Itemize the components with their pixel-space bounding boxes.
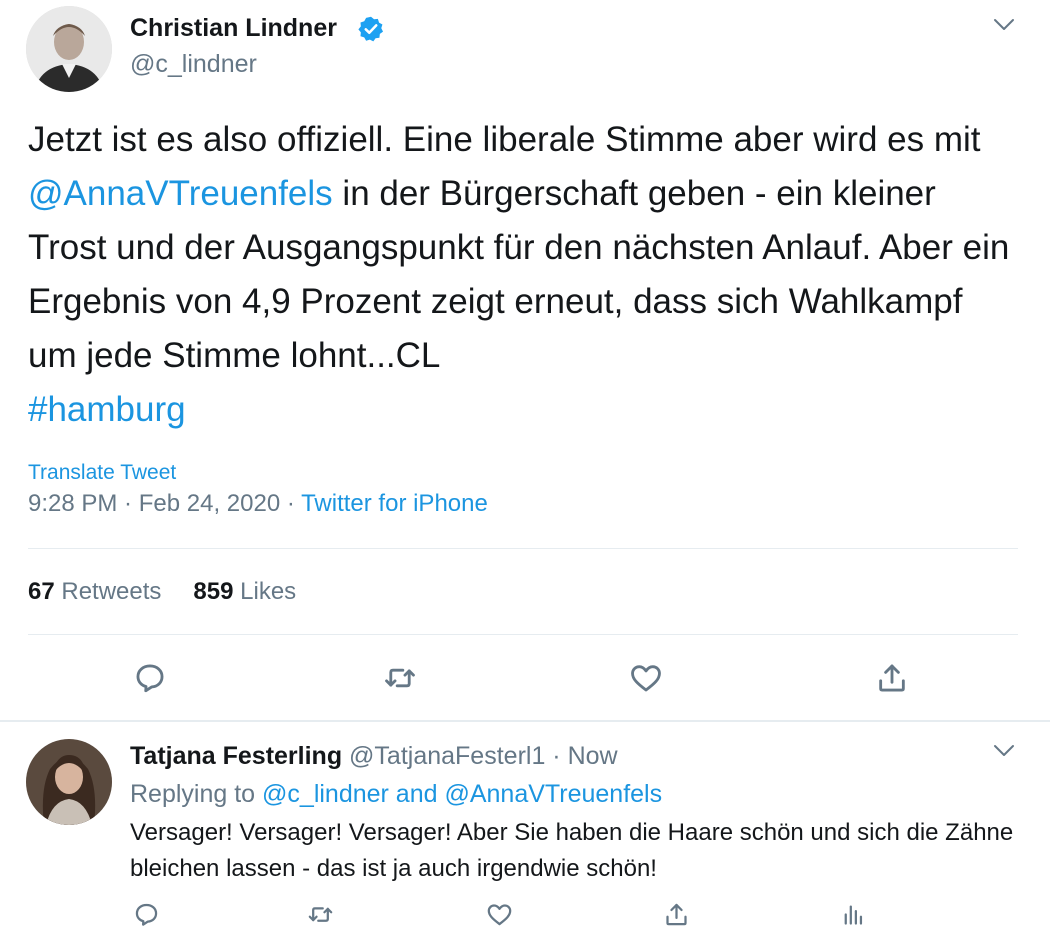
tweet-stats: 67 Retweets 859 Likes [28, 578, 296, 606]
share-icon [665, 903, 687, 925]
divider [28, 634, 1018, 635]
retweet-icon [308, 906, 332, 922]
tweet-meta: 9:28 PM · Feb 24, 2020 · Twitter for iPh… [28, 490, 488, 518]
reply-avatar[interactable] [26, 739, 112, 825]
reply-button[interactable] [128, 896, 164, 932]
hashtag-link[interactable]: #hamburg [28, 390, 186, 429]
share-button[interactable] [658, 896, 694, 932]
analytics-icon [844, 905, 862, 925]
divider [28, 548, 1018, 549]
chevron-down-icon[interactable] [993, 18, 1015, 32]
reply-icon [136, 664, 164, 693]
tweet-time[interactable]: 9:28 PM [28, 490, 117, 517]
reply-text: Versager! Versager! Versager! Aber Sie h… [130, 819, 1014, 882]
likes-stat[interactable]: 859 Likes [193, 578, 296, 605]
reply-icon [135, 903, 157, 926]
tweet-text: Jetzt ist es also offiziell. Eine libera… [28, 113, 1018, 437]
chevron-down-icon[interactable] [993, 744, 1015, 758]
like-icon [487, 903, 511, 925]
meta-separator: · [280, 490, 302, 517]
tweet-date[interactable]: Feb 24, 2020 [139, 490, 280, 517]
retweets-stat[interactable]: 67 Retweets [28, 578, 161, 605]
reply-button[interactable] [128, 656, 172, 700]
replying-to: Replying to @c_lindner and @AnnaVTreuenf… [130, 780, 662, 809]
like-button[interactable] [481, 896, 517, 932]
translate-tweet-link[interactable]: Translate Tweet [28, 461, 176, 485]
retweets-count: 67 [28, 578, 55, 605]
verified-badge-icon [358, 16, 384, 42]
reply-handle[interactable]: @TatjanaFesterl1 [349, 742, 545, 770]
replying-to-link[interactable]: @c_lindner and @AnnaVTreuenfels [262, 780, 662, 808]
like-button[interactable] [624, 656, 668, 700]
share-button[interactable] [870, 656, 914, 700]
reply-time-separator: · [545, 742, 568, 770]
likes-count: 859 [193, 578, 234, 605]
share-icon [879, 664, 905, 692]
author-name[interactable]: Christian Lindner [130, 14, 337, 43]
replying-prefix: Replying to [130, 780, 263, 808]
likes-label: Likes [240, 578, 297, 605]
main-tweet: Christian Lindner @c_lindner Jetzt ist e… [0, 0, 1050, 722]
mention-link[interactable]: @AnnaVTreuenfels [28, 174, 333, 213]
reply-author-name[interactable]: Tatjana Festerling [130, 742, 342, 770]
retweet-icon [385, 668, 415, 688]
analytics-button[interactable] [834, 896, 870, 932]
meta-separator: · [117, 490, 139, 517]
tweet-source-link[interactable]: Twitter for iPhone [301, 490, 488, 517]
like-icon [631, 665, 661, 692]
reply-header: Tatjana Festerling @TatjanaFesterl1 · No… [130, 742, 618, 771]
retweet-button[interactable] [302, 896, 338, 932]
tweet-text-part: Jetzt ist es also offiziell. Eine libera… [28, 120, 981, 159]
author-handle[interactable]: @c_lindner [130, 50, 257, 79]
retweet-button[interactable] [378, 656, 422, 700]
reply-time[interactable]: Now [568, 742, 618, 770]
retweets-label: Retweets [61, 578, 162, 605]
avatar[interactable] [26, 6, 112, 92]
